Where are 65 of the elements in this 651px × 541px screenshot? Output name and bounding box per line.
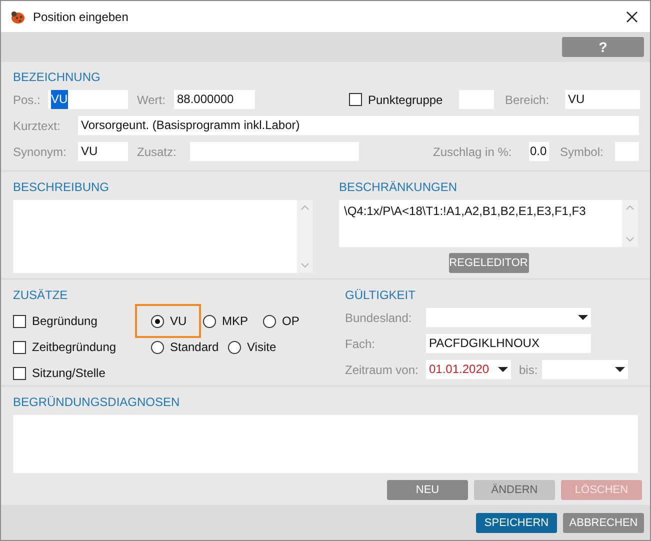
section-heading: GÜLTIGKEIT: [345, 288, 416, 302]
scroll-up-icon[interactable]: [626, 205, 634, 210]
field-label: Fach:: [345, 336, 376, 350]
field-label: Zusatz:: [137, 144, 178, 158]
synonym-field[interactable]: VU: [78, 142, 128, 161]
bundesland-dropdown[interactable]: [426, 308, 591, 327]
field-label: Zuschlag in %:: [433, 144, 513, 158]
field-label: Symbol:: [560, 144, 604, 158]
radio-button[interactable]: [151, 314, 164, 328]
radio-button[interactable]: [151, 340, 164, 354]
field-label: bis:: [519, 362, 539, 376]
radio-label: Visite: [247, 340, 276, 354]
checkbox-label: Begründung: [32, 314, 98, 328]
radio-label: VU: [170, 314, 187, 328]
section-heading: BESCHREIBUNG: [13, 180, 110, 194]
radio-label: Standard: [170, 340, 219, 354]
window-title: Position eingeben: [33, 10, 130, 24]
field-label: Bereich:: [505, 92, 550, 106]
field-label: Kurztext:: [13, 118, 62, 132]
checkbox-label: Zeitbegründung: [32, 340, 116, 354]
checkbox[interactable]: [13, 314, 26, 328]
section-heading: BESCHRÄNKUNGEN: [339, 180, 458, 194]
pos-field[interactable]: VU: [48, 90, 128, 109]
help-button[interactable]: ?: [562, 37, 644, 57]
radio-label: MKP: [222, 314, 248, 328]
scrollbar[interactable]: [297, 200, 313, 273]
description-textarea[interactable]: [13, 200, 313, 273]
bereich-field[interactable]: VU: [565, 90, 640, 109]
checkbox[interactable]: [13, 340, 26, 354]
restrictions-textarea[interactable]: \Q4:1x/P\A<18\T1:!A1,A2,B1,B2,E1,E3,F1,F3: [339, 200, 638, 247]
section-heading: BEZEICHNUNG: [13, 70, 102, 84]
checkbox[interactable]: [13, 366, 26, 380]
date-dropdown[interactable]: [542, 360, 628, 379]
checkbox-label: Punktegruppe: [368, 92, 444, 106]
field-label: Pos.:: [13, 92, 42, 106]
zuschlag-field[interactable]: 0.0: [529, 142, 549, 161]
caret-icon: [498, 367, 508, 372]
scroll-down-icon[interactable]: [301, 263, 309, 268]
radio-button[interactable]: [228, 340, 241, 354]
kurztext-field[interactable]: Vorsorgeunt. (Basisprogramm inkl.Labor): [78, 116, 639, 135]
dialog-button[interactable]: SPEICHERN: [476, 513, 557, 533]
radio-button[interactable]: [203, 314, 216, 328]
checkbox[interactable]: [349, 93, 362, 106]
field-label: Zeitraum von:: [345, 362, 420, 376]
wert-field[interactable]: 88.000000: [174, 90, 255, 109]
radio-button[interactable]: [263, 314, 276, 328]
scroll-up-icon[interactable]: [301, 205, 309, 210]
fach-field[interactable]: PACFDGIKLHNOUX: [426, 334, 591, 353]
section-heading: ZUSÄTZE: [13, 288, 69, 302]
section-heading: BEGRÜNDUNGSDIAGNOSEN: [13, 395, 181, 409]
scroll-down-icon[interactable]: [626, 237, 634, 242]
field-label: Wert:: [137, 92, 166, 106]
checkbox-label: Sitzung/Stelle: [32, 366, 106, 380]
caret-icon: [615, 367, 625, 372]
close-icon[interactable]: [626, 10, 638, 22]
caret-icon: [578, 315, 588, 320]
ladybug-icon: [10, 8, 26, 24]
regeleditor-button[interactable]: REGELEDITOR: [448, 253, 528, 273]
field-label: Bundesland:: [345, 310, 413, 324]
radio-label: OP: [282, 314, 300, 328]
field-label: Synonym:: [13, 144, 68, 158]
scrollbar[interactable]: [622, 200, 638, 247]
dialog-button[interactable]: ABBRECHEN: [563, 513, 644, 533]
action-button[interactable]: NEU: [387, 480, 468, 500]
date-dropdown[interactable]: 01.01.2020: [426, 360, 511, 379]
